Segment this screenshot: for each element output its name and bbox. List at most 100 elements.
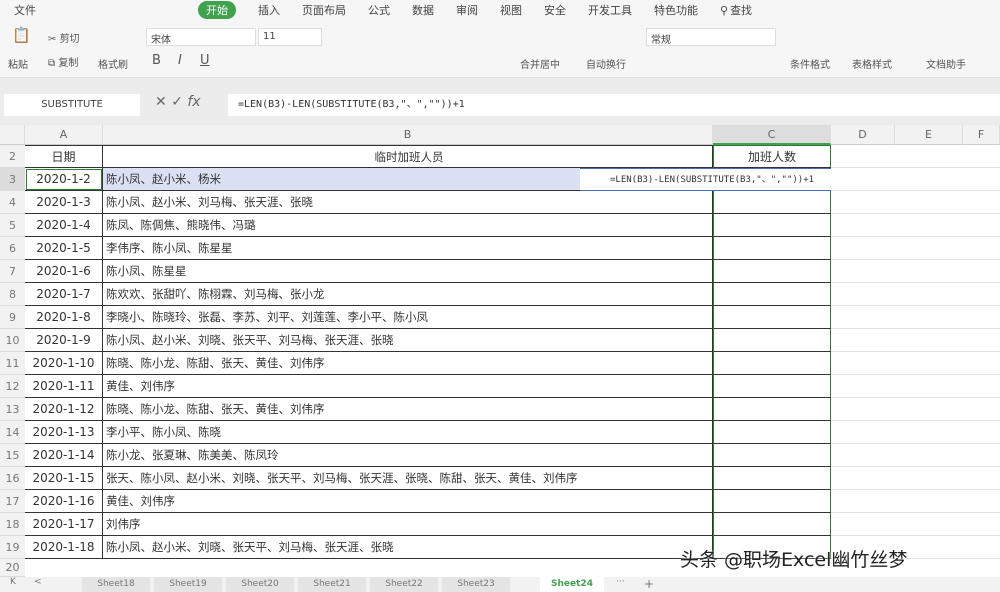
underline-icon[interactable]: U bbox=[200, 53, 210, 68]
date-cell[interactable]: 2020-1-5 bbox=[25, 237, 103, 260]
font-select[interactable]: 宋体 bbox=[146, 28, 256, 46]
col-header-d[interactable]: D bbox=[831, 125, 895, 145]
row-header[interactable]: 18 bbox=[0, 513, 25, 536]
empty-cell[interactable] bbox=[831, 375, 1000, 398]
menu-file[interactable]: 文件 bbox=[14, 2, 36, 18]
count-cell[interactable] bbox=[713, 329, 831, 352]
empty-cell[interactable] bbox=[831, 191, 1000, 214]
paste-button[interactable]: 粘贴 bbox=[8, 56, 28, 71]
row-header[interactable]: 9 bbox=[0, 306, 25, 329]
sheet-tab[interactable]: Sheet20 bbox=[226, 577, 294, 592]
menu-tab-view[interactable]: 视图 bbox=[500, 2, 522, 18]
table-style-button[interactable]: 表格样式 bbox=[852, 56, 892, 71]
empty-cell[interactable] bbox=[831, 283, 1000, 306]
menu-tab-formula[interactable]: 公式 bbox=[368, 2, 390, 18]
count-cell[interactable] bbox=[713, 191, 831, 214]
row-header[interactable]: 20 bbox=[0, 559, 25, 577]
col-header-c[interactable]: C bbox=[713, 125, 831, 145]
sheet-tab[interactable]: Sheet18 bbox=[82, 577, 150, 592]
row-header[interactable]: 7 bbox=[0, 260, 25, 283]
empty-cell[interactable] bbox=[831, 421, 1000, 444]
menu-tab-review[interactable]: 审阅 bbox=[456, 2, 478, 18]
empty-cell[interactable] bbox=[831, 168, 1000, 191]
row-header[interactable]: 12 bbox=[0, 375, 25, 398]
menu-tab-home[interactable]: 开始 bbox=[198, 1, 236, 19]
people-cell[interactable]: 陈晓、陈小龙、陈甜、张天、黄佳、刘伟序 bbox=[103, 352, 713, 375]
empty-cell[interactable] bbox=[831, 467, 1000, 490]
row-header[interactable]: 3 bbox=[0, 168, 25, 191]
count-cell[interactable] bbox=[713, 260, 831, 283]
menu-tab-data[interactable]: 数据 bbox=[412, 2, 434, 18]
sheet-tab[interactable]: Sheet24 bbox=[540, 577, 604, 592]
people-cell[interactable]: 张天、陈小凤、赵小米、刘晓、张天平、刘马梅、张天涯、张晓、陈甜、张天、黄佳、刘伟… bbox=[103, 467, 713, 490]
font-size-select[interactable]: 11 bbox=[258, 28, 322, 46]
header-people[interactable]: 临时加班人员 bbox=[103, 145, 713, 168]
cancel-icon[interactable]: ✕ bbox=[155, 94, 167, 110]
empty-cell[interactable] bbox=[831, 490, 1000, 513]
count-cell[interactable] bbox=[713, 398, 831, 421]
people-cell[interactable]: 陈小凤、赵小米、刘马梅、张天涯、张晓 bbox=[103, 191, 713, 214]
row-header[interactable]: 10 bbox=[0, 329, 25, 352]
date-cell[interactable]: 2020-1-8 bbox=[25, 306, 103, 329]
count-cell[interactable] bbox=[713, 467, 831, 490]
italic-icon[interactable]: I bbox=[178, 53, 182, 68]
add-sheet-icon[interactable]: + bbox=[644, 577, 654, 591]
menu-search[interactable]: 查找 bbox=[730, 2, 752, 18]
row-header[interactable]: 5 bbox=[0, 214, 25, 237]
empty-cell[interactable] bbox=[831, 145, 1000, 168]
people-cell[interactable]: 陈晓、陈小龙、陈甜、张天、黄佳、刘伟序 bbox=[103, 398, 713, 421]
name-box[interactable]: SUBSTITUTE bbox=[4, 94, 140, 116]
menu-tab-layout[interactable]: 页面布局 bbox=[302, 2, 346, 18]
date-cell[interactable]: 2020-1-2 bbox=[25, 168, 103, 191]
row-header[interactable]: 8 bbox=[0, 283, 25, 306]
people-cell[interactable]: 陈欢欢、张甜吖、陈栩霖、刘马梅、张小龙 bbox=[103, 283, 713, 306]
header-date[interactable]: 日期 bbox=[25, 145, 103, 168]
number-format-select[interactable]: 常规 bbox=[646, 28, 776, 46]
row-header[interactable]: 14 bbox=[0, 421, 25, 444]
sheet-tab[interactable]: Sheet21 bbox=[298, 577, 366, 592]
people-cell[interactable]: 黄佳、刘伟序 bbox=[103, 490, 713, 513]
people-cell[interactable]: 李晓小、陈晓玲、张磊、李苏、刘平、刘莲莲、李小平、陈小凤 bbox=[103, 306, 713, 329]
date-cell[interactable]: 2020-1-6 bbox=[25, 260, 103, 283]
search-icon[interactable]: ⚲ bbox=[720, 4, 728, 17]
date-cell[interactable]: 2020-1-7 bbox=[25, 283, 103, 306]
more-sheets-icon[interactable]: ··· bbox=[616, 577, 625, 587]
date-cell[interactable]: 2020-1-3 bbox=[25, 191, 103, 214]
doc-helper-button[interactable]: 文档助手 bbox=[926, 56, 966, 71]
col-header-b[interactable]: B bbox=[103, 125, 713, 145]
empty-cell[interactable] bbox=[831, 513, 1000, 536]
row-header[interactable]: 19 bbox=[0, 536, 25, 559]
people-cell[interactable]: 陈凤、陈倜焦、熊晓伟、冯璐 bbox=[103, 214, 713, 237]
date-cell[interactable]: 2020-1-15 bbox=[25, 467, 103, 490]
count-cell[interactable] bbox=[713, 490, 831, 513]
people-cell[interactable]: 陈小凤、赵小米、刘晓、张天平、刘马梅、张天涯、张晓 bbox=[103, 329, 713, 352]
row-header[interactable]: 11 bbox=[0, 352, 25, 375]
empty-cell[interactable] bbox=[831, 352, 1000, 375]
confirm-icon[interactable]: ✓ bbox=[171, 94, 183, 110]
count-cell[interactable] bbox=[713, 513, 831, 536]
sheet-tab[interactable]: Sheet22 bbox=[370, 577, 438, 592]
select-all[interactable] bbox=[0, 125, 25, 145]
people-cell[interactable]: 陈小凤、陈星星 bbox=[103, 260, 713, 283]
fx-icon[interactable]: fx bbox=[187, 94, 200, 110]
date-cell[interactable]: 2020-1-4 bbox=[25, 214, 103, 237]
count-cell[interactable] bbox=[713, 237, 831, 260]
empty-cell[interactable] bbox=[831, 444, 1000, 467]
row-header[interactable]: 2 bbox=[0, 145, 25, 168]
people-cell[interactable]: 陈小龙、张夏琳、陈美美、陈凤玲 bbox=[103, 444, 713, 467]
formula-input[interactable]: =LEN(B3)-LEN(SUBSTITUTE(B3,"、",""))+1 bbox=[228, 94, 1000, 116]
people-cell[interactable]: 刘伟序 bbox=[103, 513, 713, 536]
row-header[interactable]: 4 bbox=[0, 191, 25, 214]
empty-cell[interactable] bbox=[831, 260, 1000, 283]
count-cell[interactable] bbox=[713, 444, 831, 467]
header-count[interactable]: 加班人数 bbox=[713, 145, 831, 168]
cell-formula-editor[interactable]: =LEN(B3)-LEN(SUBSTITUTE(B3,"、",""))+1 bbox=[580, 168, 831, 191]
cond-format-button[interactable]: 条件格式 bbox=[790, 56, 830, 71]
date-cell[interactable]: 2020-1-16 bbox=[25, 490, 103, 513]
count-cell[interactable] bbox=[713, 214, 831, 237]
date-cell[interactable]: 2020-1-17 bbox=[25, 513, 103, 536]
row-header[interactable]: 17 bbox=[0, 490, 25, 513]
sheet-tab[interactable]: Sheet19 bbox=[154, 577, 222, 592]
date-cell[interactable]: 2020-1-9 bbox=[25, 329, 103, 352]
col-header-a[interactable]: A bbox=[25, 125, 103, 145]
